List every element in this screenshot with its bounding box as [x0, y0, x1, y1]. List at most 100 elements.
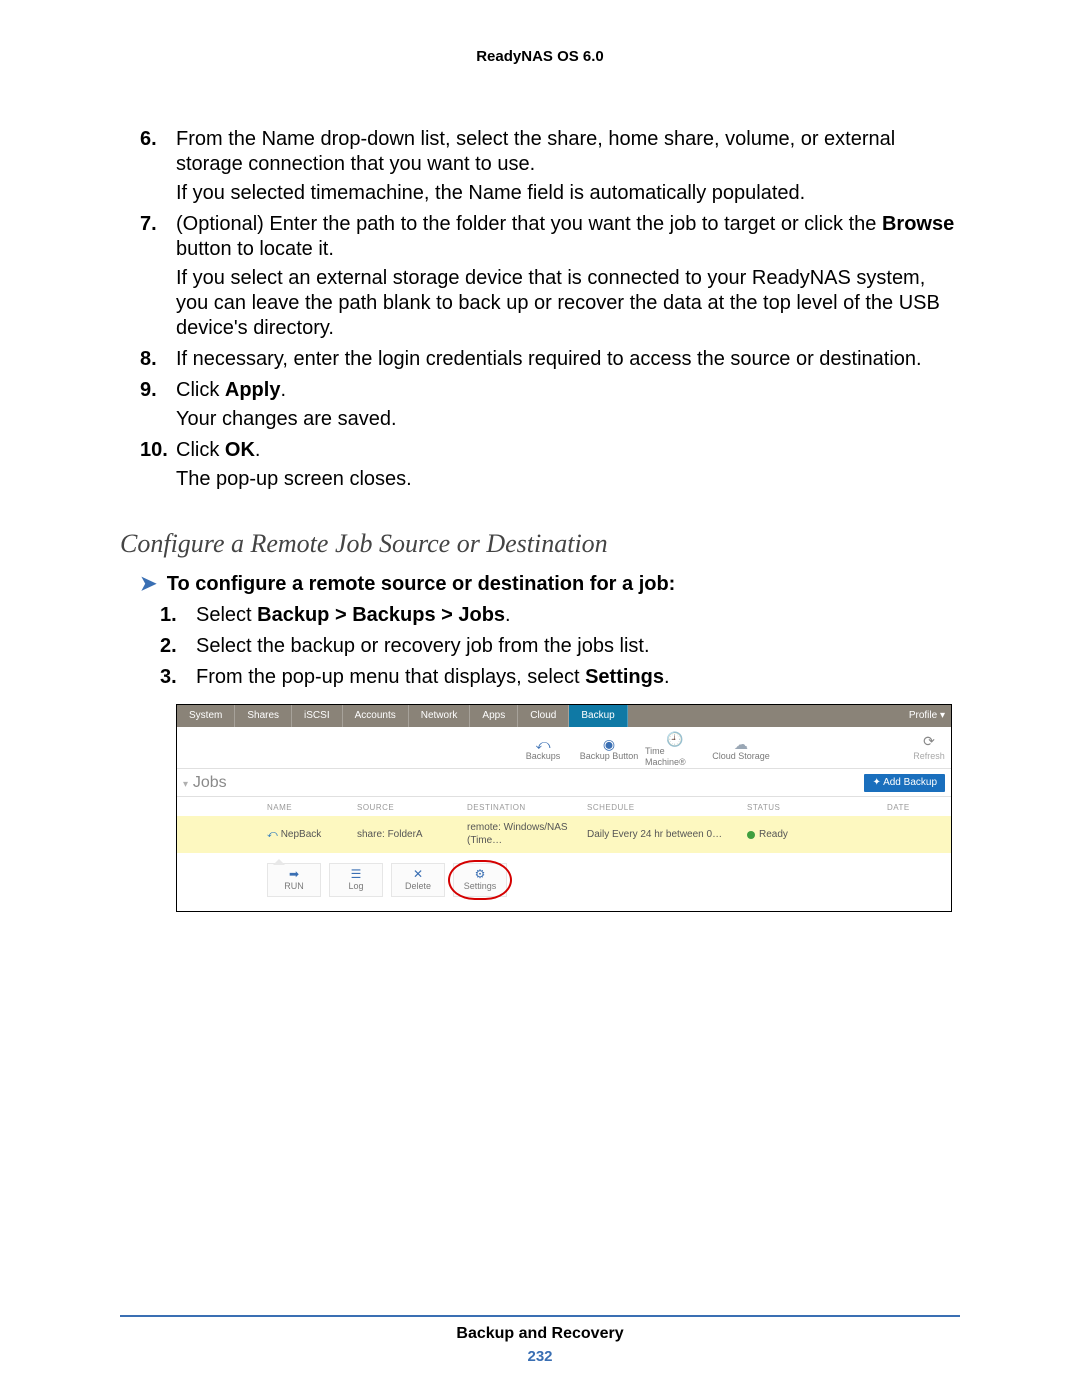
- action-log-label: Log: [348, 881, 363, 892]
- backup-button-icon: ◉: [603, 737, 615, 751]
- task-step-3: 3. From the pop-up menu that displays, s…: [160, 665, 960, 690]
- tab-iscsi[interactable]: iSCSI: [292, 705, 343, 727]
- task-step-1-number: 1.: [160, 603, 196, 628]
- main-tab-bar: System Shares iSCSI Accounts Network App…: [177, 705, 951, 727]
- toolbar-time-machine[interactable]: 🕘 Time Machine®: [645, 728, 705, 769]
- task-step-1-text: Select Backup > Backups > Jobs.: [196, 603, 960, 628]
- step-9-number: 9.: [140, 378, 176, 403]
- tab-cloud[interactable]: Cloud: [518, 705, 569, 727]
- step-6-text: From the Name drop-down list, select the…: [176, 127, 960, 177]
- step-10-sub: The pop-up screen closes.: [176, 467, 960, 492]
- toolbar-backup-button[interactable]: ◉ Backup Button: [579, 733, 639, 762]
- toolbar-backup-button-label: Backup Button: [580, 751, 639, 762]
- step-10-pre: Click: [176, 439, 225, 461]
- step-9-pre: Click: [176, 379, 225, 401]
- job-arrow-icon: ⤺: [267, 829, 278, 842]
- toolbar-refresh[interactable]: ⟳ Refresh: [907, 733, 951, 762]
- action-settings-label: Settings: [464, 881, 497, 892]
- refresh-icon: ⟳: [923, 733, 935, 751]
- page-footer: Backup and Recovery 232: [0, 1324, 1080, 1367]
- job-actions-popup: ➡ RUN ☰ Log ✕ Delete ⚙ Settings: [267, 863, 951, 897]
- step-8-text: If necessary, enter the login credential…: [176, 347, 960, 372]
- tab-apps[interactable]: Apps: [470, 705, 518, 727]
- log-icon: ☰: [351, 868, 362, 880]
- task-step-3-post: .: [664, 666, 670, 688]
- toolbar-time-machine-label: Time Machine®: [645, 746, 705, 769]
- col-name: NAME: [267, 803, 357, 813]
- step-9: 9. Click Apply.: [140, 378, 960, 403]
- action-settings[interactable]: ⚙ Settings: [453, 863, 507, 897]
- step-6: 6. From the Name drop-down list, select …: [140, 127, 960, 177]
- step-9-sub: Your changes are saved.: [176, 407, 960, 432]
- job-schedule: Daily Every 24 hr between 0…: [587, 829, 747, 842]
- action-delete[interactable]: ✕ Delete: [391, 863, 445, 897]
- step-9-text: Click Apply.: [176, 378, 960, 403]
- toolbar-backups[interactable]: ⤺ Backups: [513, 733, 573, 762]
- task-text: To configure a remote source or destinat…: [167, 572, 676, 597]
- profile-menu[interactable]: Profile ▾: [903, 705, 951, 727]
- screenshot-figure: System Shares iSCSI Accounts Network App…: [176, 704, 952, 912]
- toolbar-backups-label: Backups: [526, 751, 561, 762]
- step-7-pre: (Optional) Enter the path to the folder …: [176, 213, 882, 235]
- step-8: 8. If necessary, enter the login credent…: [140, 347, 960, 372]
- toolbar-refresh-label: Refresh: [913, 751, 945, 762]
- step-7-sub: If you select an external storage device…: [176, 266, 960, 341]
- task-step-3-bold: Settings: [585, 666, 664, 688]
- task-step-3-text: From the pop-up menu that displays, sele…: [196, 665, 960, 690]
- action-log[interactable]: ☰ Log: [329, 863, 383, 897]
- job-name-cell: ⤺ NepBack: [267, 829, 357, 842]
- job-source: share: FolderA: [357, 829, 467, 842]
- col-destination: DESTINATION: [467, 803, 587, 813]
- job-destination: remote: Windows/NAS (Time…: [467, 822, 587, 847]
- status-dot-icon: [747, 831, 755, 839]
- cloud-icon: ☁: [734, 737, 748, 751]
- task-step-1-pre: Select: [196, 604, 257, 626]
- col-schedule: SCHEDULE: [587, 803, 747, 813]
- tab-backup[interactable]: Backup: [569, 705, 627, 727]
- tab-accounts[interactable]: Accounts: [343, 705, 409, 727]
- task-step-1-post: .: [505, 604, 511, 626]
- step-10-text: Click OK.: [176, 438, 960, 463]
- action-run-label: RUN: [284, 881, 304, 892]
- task-step-3-pre: From the pop-up menu that displays, sele…: [196, 666, 585, 688]
- tab-spacer: [628, 705, 903, 727]
- footer-title: Backup and Recovery: [0, 1324, 1080, 1344]
- step-10-number: 10.: [140, 438, 176, 463]
- task-line: ➤ To configure a remote source or destin…: [140, 572, 960, 597]
- step-9-post: .: [280, 379, 286, 401]
- step-10-post: .: [255, 439, 261, 461]
- step-7: 7. (Optional) Enter the path to the fold…: [140, 212, 960, 262]
- action-delete-label: Delete: [405, 881, 431, 892]
- task-step-2-text: Select the backup or recovery job from t…: [196, 634, 960, 659]
- chevron-right-icon: ➤: [140, 572, 157, 596]
- footer-rule: [120, 1315, 960, 1317]
- tab-system[interactable]: System: [177, 705, 235, 727]
- step-7-number: 7.: [140, 212, 176, 262]
- step-9-bold: Apply: [225, 379, 281, 401]
- section-heading: Configure a Remote Job Source or Destina…: [120, 528, 960, 561]
- job-status-text: Ready: [759, 829, 788, 842]
- task-step-2: 2. Select the backup or recovery job fro…: [160, 634, 960, 659]
- tab-shares[interactable]: Shares: [235, 705, 292, 727]
- footer-page-number: 232: [0, 1348, 1080, 1367]
- run-icon: ➡: [289, 868, 299, 880]
- settings-gear-icon: ⚙: [475, 868, 486, 880]
- job-row[interactable]: ⤺ NepBack share: FolderA remote: Windows…: [177, 816, 951, 853]
- add-backup-button[interactable]: ✦ Add Backup: [864, 774, 945, 793]
- task-step-1: 1. Select Backup > Backups > Jobs.: [160, 603, 960, 628]
- job-status: Ready: [747, 829, 887, 842]
- backups-icon: ⤺: [536, 737, 551, 751]
- toolbar-cloud-storage-label: Cloud Storage: [712, 751, 770, 762]
- toolbar-cloud-storage[interactable]: ☁ Cloud Storage: [711, 733, 771, 762]
- step-8-number: 8.: [140, 347, 176, 372]
- col-date: DATE: [887, 803, 967, 813]
- step-6-number: 6.: [140, 127, 176, 177]
- tab-network[interactable]: Network: [409, 705, 471, 727]
- running-header: ReadyNAS OS 6.0: [120, 48, 960, 67]
- step-7-bold: Browse: [882, 213, 954, 235]
- jobs-section-label[interactable]: Jobs: [183, 773, 227, 793]
- action-run[interactable]: ➡ RUN: [267, 863, 321, 897]
- delete-icon: ✕: [413, 868, 423, 880]
- step-7-post: button to locate it.: [176, 238, 334, 260]
- step-10: 10. Click OK.: [140, 438, 960, 463]
